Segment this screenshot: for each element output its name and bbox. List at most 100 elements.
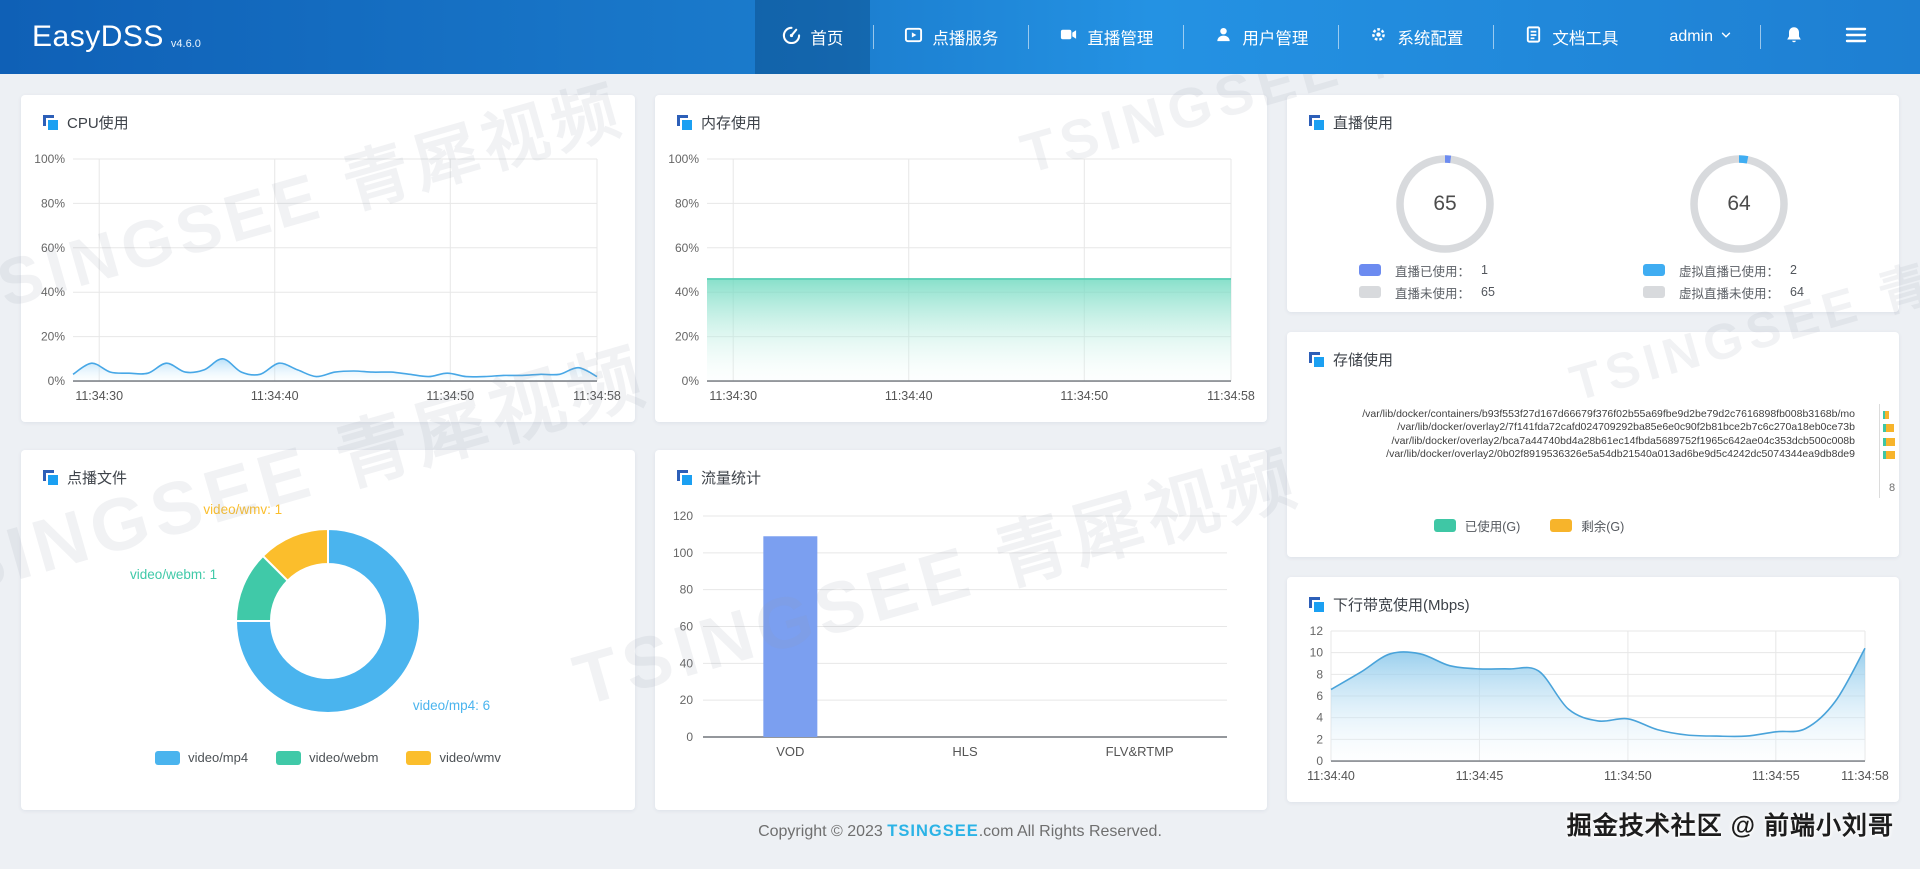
- storage-path: /var/lib/docker/overlay2/bca7a44740bd4a2…: [1391, 434, 1855, 447]
- hamburger-menu-button[interactable]: [1824, 0, 1898, 74]
- menu-icon: [1844, 25, 1868, 50]
- panel-title: 下行带宽使用(Mbps): [1333, 597, 1470, 614]
- svg-text:80%: 80%: [41, 196, 65, 210]
- panel-title: 存储使用: [1333, 352, 1394, 369]
- svg-text:4: 4: [1316, 711, 1323, 725]
- traffic-stats-panel: 流量统计 0 20 40 60 80 100 120 VOD HLS FLV&RTMP: [655, 450, 1267, 810]
- svg-text:20%: 20%: [41, 330, 65, 344]
- panel-title: 内存使用: [701, 115, 762, 132]
- nav-label: 文档工具: [1552, 30, 1619, 48]
- app-logo: EasyDSS: [32, 20, 164, 53]
- panel-icon: [43, 470, 58, 485]
- legend-swatch: [1359, 286, 1381, 298]
- live-gauge-legend: 直播已使用： 1 直播未使用： 65: [1359, 259, 1495, 303]
- legend-swatch: [1643, 286, 1665, 298]
- nav-divider: [1760, 25, 1761, 49]
- svg-text:0%: 0%: [48, 374, 66, 388]
- panel-icon: [677, 470, 692, 485]
- vod-files-donut-chart: video/mp4: 6 video/webm: 1 video/wmv: 1: [21, 450, 635, 810]
- storage-bar: [1883, 437, 1895, 446]
- svg-text:20%: 20%: [675, 330, 699, 344]
- nav-item-system-config[interactable]: 系统配置: [1342, 0, 1490, 74]
- nav-label: 系统配置: [1397, 30, 1464, 48]
- svg-text:0: 0: [1316, 754, 1323, 768]
- copyright-text: .com All Rights Reserved.: [978, 823, 1162, 840]
- legend-label: 直播未使用：: [1395, 286, 1471, 301]
- legend-label: 虚拟直播未使用：: [1679, 286, 1780, 301]
- legend-label: 剩余(G): [1581, 520, 1625, 534]
- svg-text:80%: 80%: [675, 196, 699, 210]
- svg-text:video/mp4: 6: video/mp4: 6: [413, 698, 490, 713]
- legend-label: 虚拟直播已使用：: [1679, 264, 1780, 279]
- svg-text:100%: 100%: [34, 152, 65, 166]
- panel-icon: [677, 115, 692, 130]
- nav-label: 直播管理: [1087, 30, 1154, 48]
- nav-divider: [1338, 25, 1340, 49]
- live-used-gauge: 65: [1393, 152, 1497, 256]
- notifications-button[interactable]: [1764, 0, 1824, 74]
- legend-swatch: [1643, 264, 1665, 276]
- nav-divider: [1183, 25, 1185, 49]
- svg-text:11:34:30: 11:34:30: [709, 389, 757, 403]
- live-icon: [1059, 25, 1078, 49]
- app-version: v4.6.0: [170, 38, 201, 50]
- svg-text:12: 12: [1310, 624, 1324, 638]
- svg-text:6: 6: [1316, 689, 1323, 703]
- legend-swatch: [1550, 519, 1573, 532]
- virtual-live-gauge-legend: 虚拟直播已使用： 2 虚拟直播未使用： 64: [1643, 259, 1804, 303]
- svg-text:10: 10: [1310, 646, 1324, 660]
- main-nav: 首页 点播服务 直播管理 用户管理 系统配置 文档工具 admin: [755, 0, 1898, 74]
- storage-path: /var/lib/docker/overlay2/7f141fda72cafd0…: [1397, 421, 1855, 434]
- legend-value: 65: [1481, 285, 1495, 299]
- nav-item-live-management[interactable]: 直播管理: [1032, 0, 1180, 74]
- nav-item-home[interactable]: 首页: [755, 0, 871, 74]
- svg-text:HLS: HLS: [952, 744, 978, 759]
- bandwidth-usage-panel: 下行带宽使用(Mbps) 0 2 4 6 8 10 12 11:34:40 11:34:45 11…: [1287, 577, 1899, 802]
- nav-item-doc-tools[interactable]: 文档工具: [1497, 0, 1645, 74]
- storage-bar: [1883, 411, 1889, 419]
- storage-bars-chart: /var/lib/docker/containers/b93f553f27d16…: [1309, 404, 1899, 512]
- users-icon: [1214, 25, 1233, 49]
- svg-text:video/webm: 1: video/webm: 1: [130, 567, 217, 582]
- storage-legend: 已使用(G) 剩余(G): [1287, 516, 1835, 535]
- storage-usage-panel: 存储使用 /var/lib/docker/containers/b93f553f…: [1287, 332, 1899, 557]
- panel-title: 点播文件: [67, 470, 128, 487]
- svg-text:2: 2: [1316, 732, 1323, 746]
- svg-text:11:34:50: 11:34:50: [1604, 769, 1652, 783]
- svg-text:40%: 40%: [41, 285, 65, 299]
- nav-item-vod-service[interactable]: 点播服务: [877, 0, 1025, 74]
- svg-text:100: 100: [673, 546, 693, 560]
- user-menu[interactable]: admin: [1645, 0, 1757, 74]
- svg-text:11:34:40: 11:34:40: [251, 389, 299, 403]
- svg-text:11:34:40: 11:34:40: [1307, 769, 1355, 783]
- legend-item-used[interactable]: 已使用(G): [1433, 516, 1520, 535]
- legend-value: 1: [1481, 263, 1488, 277]
- panel-icon: [43, 115, 58, 130]
- bell-icon: [1784, 25, 1804, 50]
- svg-text:60%: 60%: [41, 241, 65, 255]
- brand-logo-text: TSINGSEE: [887, 822, 979, 840]
- storage-bar: [1883, 424, 1894, 433]
- live-usage-panel: 直播使用 65 64 直播已使用： 1 直播未使用： 65 虚拟直播已使用： 2…: [1287, 95, 1899, 312]
- nav-item-user-management[interactable]: 用户管理: [1187, 0, 1335, 74]
- settings-icon: [1369, 25, 1388, 49]
- panel-icon: [1309, 115, 1324, 130]
- legend-swatch: [1359, 264, 1381, 276]
- svg-text:VOD: VOD: [776, 744, 804, 759]
- memory-usage-panel: 内存使用 0% 20% 40% 60% 80% 100% 11:34:30 11:34:40 1…: [655, 95, 1267, 422]
- panel-icon: [1309, 597, 1324, 612]
- vod-icon: [904, 25, 923, 49]
- svg-text:120: 120: [673, 509, 693, 523]
- traffic-bar-chart: 0 20 40 60 80 100 120 VOD HLS FLV&RTMP: [655, 450, 1267, 810]
- svg-text:11:34:58: 11:34:58: [1207, 389, 1255, 403]
- legend-item-free[interactable]: 剩余(G): [1550, 516, 1624, 535]
- docs-icon: [1524, 25, 1543, 49]
- svg-text:0: 0: [686, 730, 693, 744]
- svg-text:11:34:50: 11:34:50: [426, 389, 474, 403]
- svg-text:11:34:58: 11:34:58: [573, 389, 621, 403]
- svg-text:11:34:55: 11:34:55: [1752, 769, 1800, 783]
- storage-path: /var/lib/docker/containers/b93f553f27d16…: [1362, 408, 1855, 420]
- storage-bar: [1883, 451, 1895, 460]
- vod-files-panel: 点播文件 video/mp4: 6 video/webm: 1 video/wmv:…: [21, 450, 635, 810]
- svg-text:11:34:40: 11:34:40: [885, 389, 933, 403]
